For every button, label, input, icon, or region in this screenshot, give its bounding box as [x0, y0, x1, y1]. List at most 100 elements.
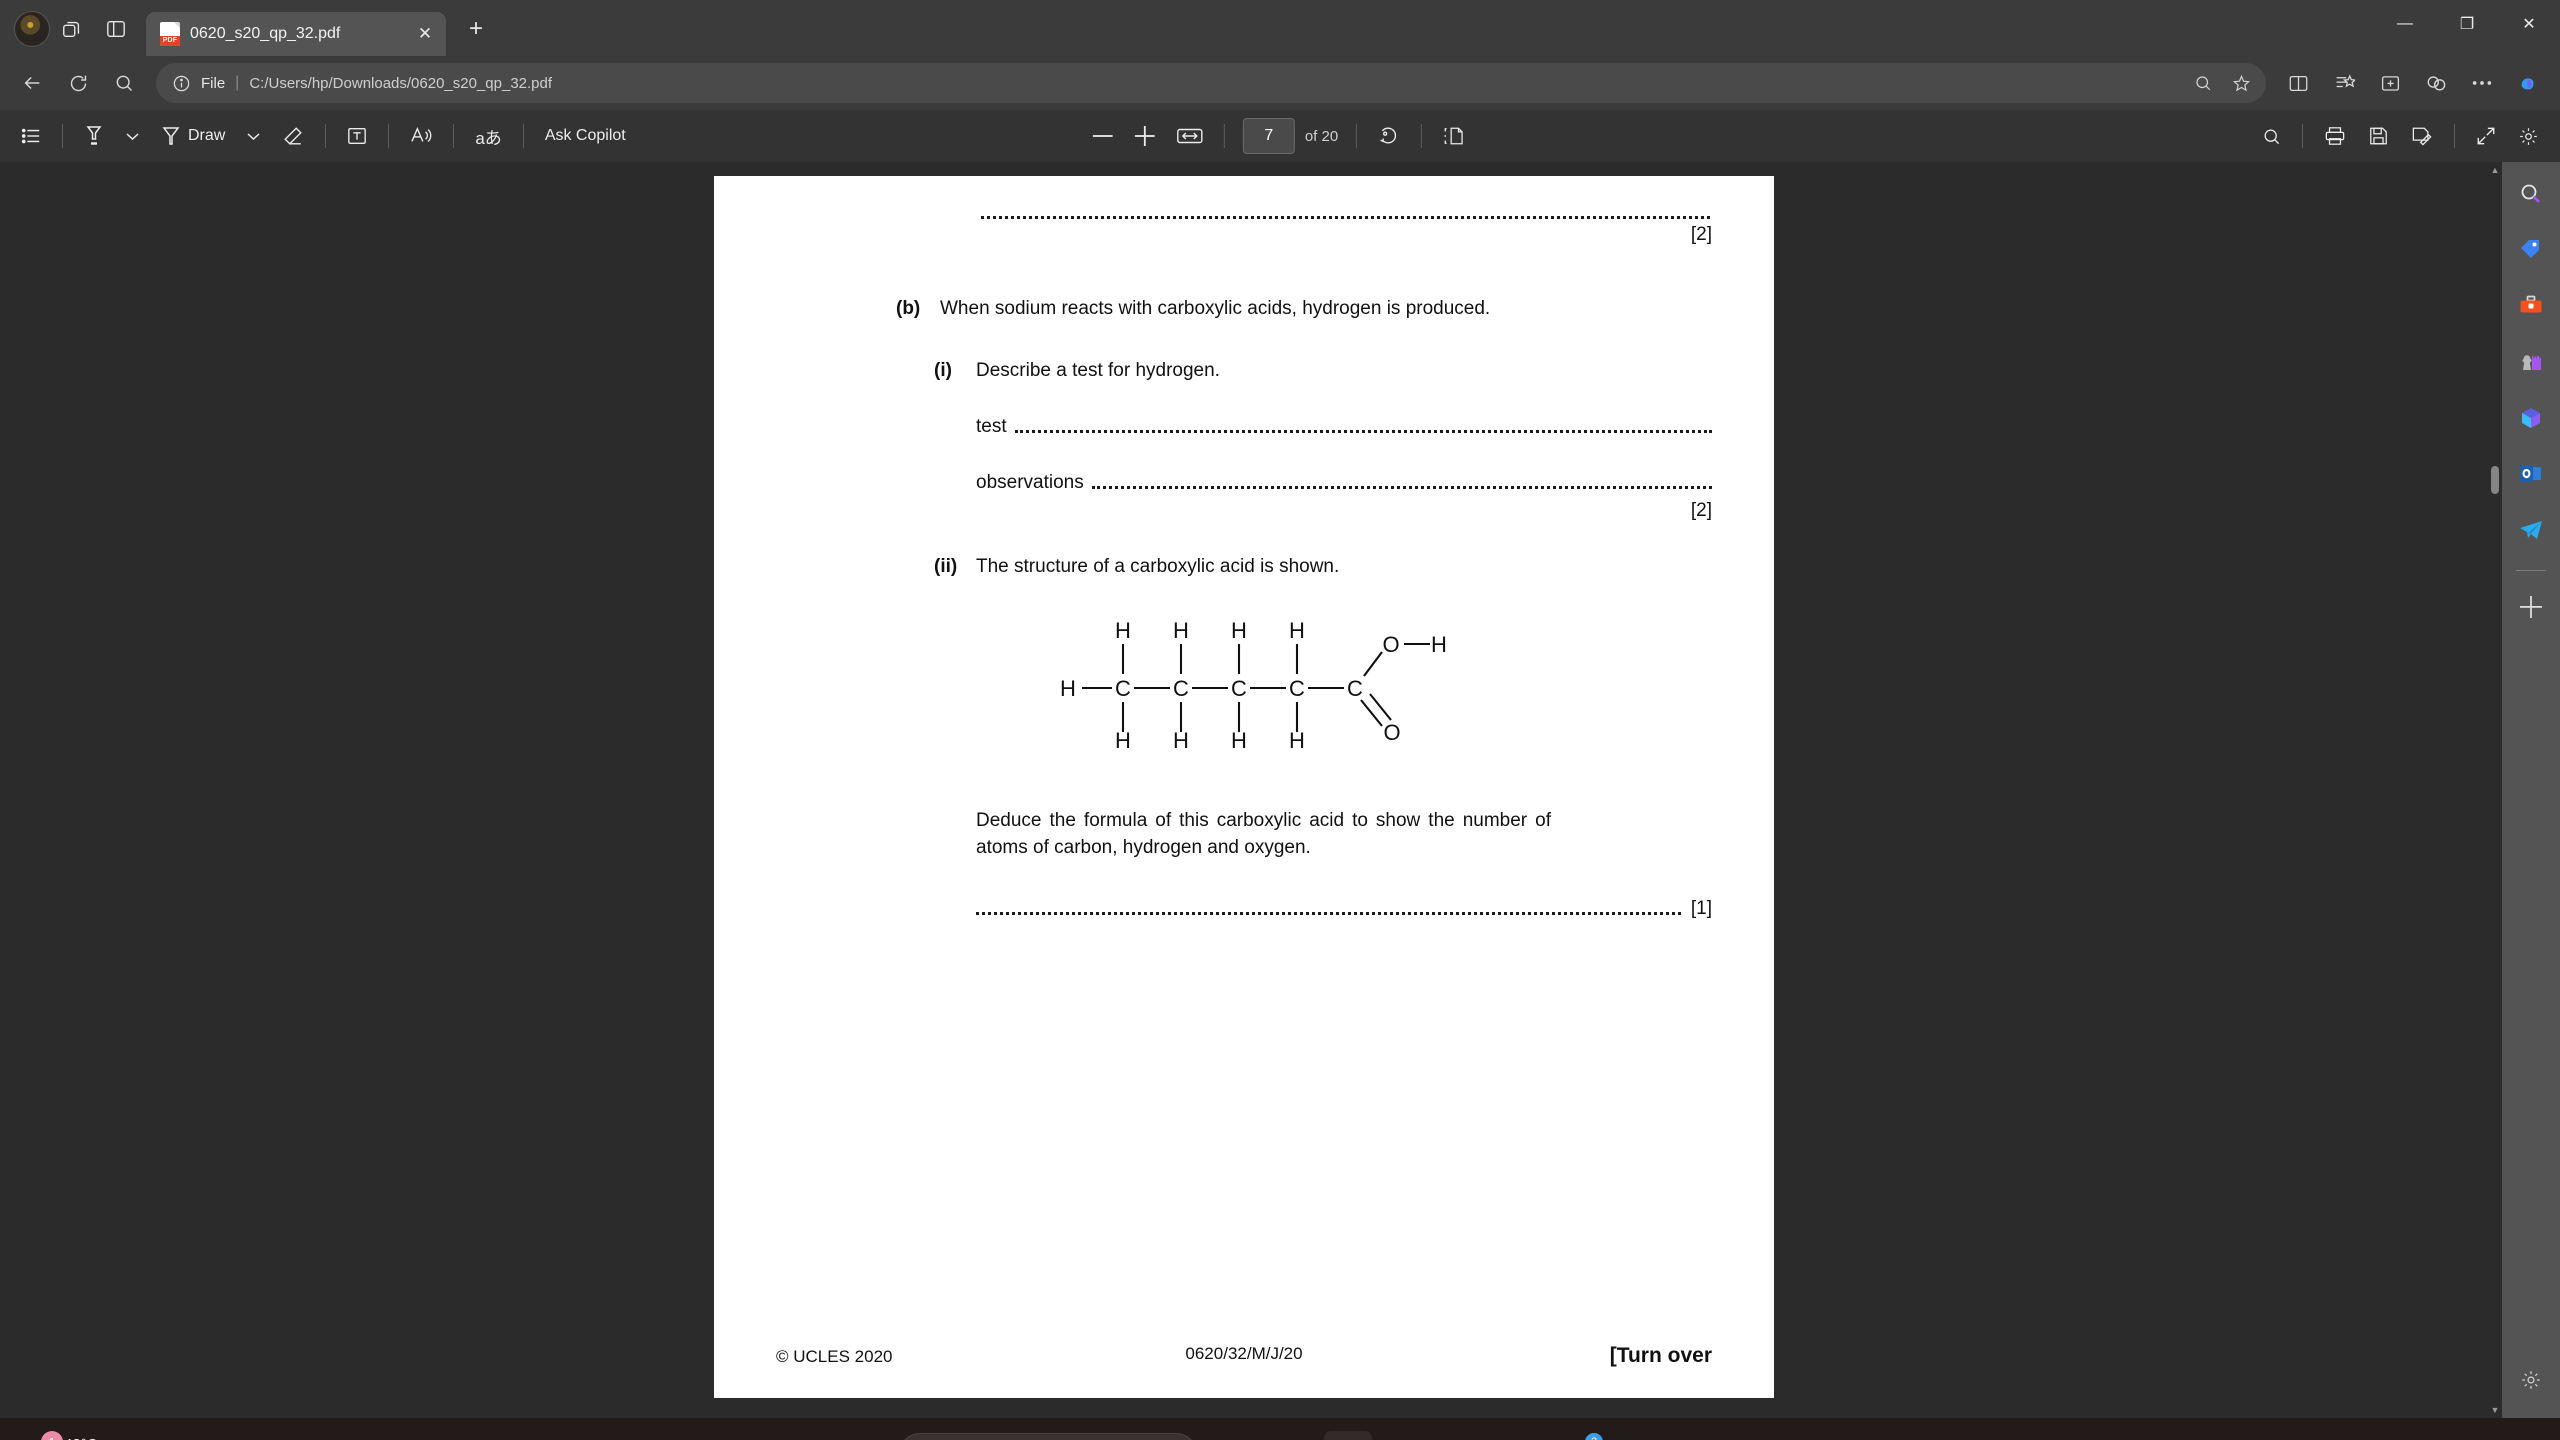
answer-line-b-ii: [1]	[776, 898, 1712, 920]
scroll-down-arrow[interactable]: ▼	[2488, 1402, 2502, 1418]
atom-label: H	[1115, 618, 1131, 643]
split-screen-icon[interactable]	[2276, 63, 2320, 103]
taskbar-microsoft-edge[interactable]	[1324, 1431, 1372, 1440]
sidebar-customize-icon[interactable]	[2509, 1358, 2553, 1402]
minimize-button[interactable]: ―	[2374, 0, 2436, 48]
back-button[interactable]	[10, 63, 54, 103]
page-view-icon[interactable]	[1434, 117, 1476, 155]
field-label-test: test	[976, 416, 1007, 437]
taskbar-search-box[interactable]: Search 🏘	[898, 1433, 1198, 1440]
taskbar-instagram[interactable]	[1440, 1431, 1488, 1440]
close-button[interactable]: ✕	[2498, 0, 2560, 48]
copilot-icon[interactable]	[2506, 63, 2550, 103]
search-icon[interactable]	[102, 63, 146, 103]
address-input[interactable]: File | C:/Users/hp/Downloads/0620_s20_qp…	[156, 63, 2266, 103]
collections-icon[interactable]	[2368, 63, 2412, 103]
taskbar-opera[interactable]	[1614, 1431, 1662, 1440]
refresh-button[interactable]	[56, 63, 100, 103]
taskbar-task-view[interactable]	[1208, 1431, 1256, 1440]
table-of-contents-icon[interactable]	[12, 117, 50, 155]
taskbar-photoshop[interactable]: Ps	[1498, 1431, 1546, 1440]
text-box-icon[interactable]	[338, 117, 376, 155]
atom-label: H	[1231, 728, 1247, 753]
dotted-line	[1091, 486, 1712, 489]
atom-label: C	[1289, 676, 1305, 701]
page-number-input[interactable]: 7	[1242, 118, 1295, 154]
atom-label: O	[1383, 720, 1400, 745]
maximize-button[interactable]: ❐	[2436, 0, 2498, 48]
copilot-pages-icon[interactable]	[50, 9, 94, 49]
sidebar-chess-icon[interactable]	[2509, 340, 2553, 384]
find-icon[interactable]	[2253, 117, 2290, 155]
site-info-icon	[173, 75, 190, 91]
clock-time: 1:11 PM	[2404, 1436, 2466, 1440]
highlight-chevron-down-icon[interactable]	[117, 117, 148, 155]
print-icon[interactable]	[2315, 117, 2355, 155]
toolbar-divider	[1356, 124, 1358, 148]
draw-chevron-down-icon[interactable]	[238, 117, 269, 155]
sidebar-toolbox-icon[interactable]	[2509, 284, 2553, 328]
system-tray: ENG US 1:11 PM 7/17/2024	[2177, 1418, 2560, 1440]
dotted-line	[1014, 430, 1712, 433]
star-icon[interactable]	[2224, 67, 2258, 99]
settings-icon[interactable]	[2509, 117, 2548, 155]
vertical-scrollbar[interactable]: ▲ ▼	[2488, 162, 2502, 1418]
browser-tab-strip: PDF 0620_s20_qp_32.pdf ✕ + ― ❐ ✕	[0, 0, 2560, 56]
save-as-icon[interactable]	[2402, 117, 2442, 155]
marks-top: [2]	[1690, 224, 1712, 245]
settings-more-icon[interactable]	[2460, 63, 2504, 103]
taskbar-microsoft-store[interactable]	[1382, 1431, 1430, 1440]
tab-close-button[interactable]: ✕	[412, 21, 438, 47]
dotted-line	[976, 911, 1681, 915]
translate-label: aあ	[475, 128, 502, 148]
scrollbar-thumb[interactable]	[2491, 466, 2499, 494]
xbox-badge: 2	[1585, 1433, 1603, 1440]
scroll-up-arrow[interactable]: ▲	[2488, 162, 2502, 178]
favorites-icon[interactable]	[2322, 63, 2366, 103]
browser-essentials-icon[interactable]	[2414, 63, 2458, 103]
question-b-ii-label: (ii)	[934, 556, 958, 577]
sidebar-add-button[interactable]	[2509, 585, 2553, 629]
toolbar-divider	[62, 124, 63, 148]
rotate-icon[interactable]	[1369, 117, 1409, 155]
read-aloud-icon[interactable]	[401, 117, 441, 155]
browser-tab[interactable]: PDF 0620_s20_qp_32.pdf ✕	[146, 12, 446, 56]
ask-copilot-button[interactable]: Ask Copilot	[536, 117, 635, 155]
zoom-in-button[interactable]	[1126, 117, 1164, 155]
question-b-label: (b)	[896, 298, 921, 319]
atom-label: H	[1231, 618, 1247, 643]
sidebar-search-icon[interactable]	[2509, 172, 2553, 216]
footer-turn-over: [Turn over	[1609, 1344, 1712, 1367]
clock[interactable]: 1:11 PM 7/17/2024	[2404, 1436, 2466, 1440]
save-icon[interactable]	[2359, 117, 2398, 155]
pdf-viewer-area: [2] (b) When sodium reacts with carboxyl…	[0, 162, 2560, 1418]
atom-label: C	[1347, 676, 1363, 701]
question-b-ii-prompt: Deduce the formula of this carboxylic ac…	[976, 810, 1551, 858]
tab-actions-icon[interactable]	[94, 9, 138, 49]
draw-button[interactable]: Draw	[152, 117, 234, 155]
taskbar-center-group: Search 🏘	[840, 1431, 1720, 1440]
atom-label: H	[1431, 632, 1447, 657]
fullscreen-icon[interactable]	[2467, 117, 2505, 155]
taskbar-discord[interactable]	[1672, 1431, 1720, 1440]
taskbar-file-explorer[interactable]	[1266, 1431, 1314, 1440]
erase-icon[interactable]	[273, 117, 313, 155]
fit-to-width-icon[interactable]	[1168, 117, 1212, 155]
weather-widget[interactable]: 1 42°C Sunny	[0, 1431, 107, 1440]
sidebar-microsoft-365-icon[interactable]	[2509, 396, 2553, 440]
start-button[interactable]	[840, 1431, 888, 1440]
page-footer: © UCLES 2020 0620/32/M/J/20 [Turn over	[776, 1344, 1712, 1368]
new-tab-button[interactable]: +	[456, 9, 496, 49]
taskbar-xbox[interactable]: 2	[1556, 1431, 1604, 1440]
translate-icon[interactable]: aあ	[466, 117, 510, 155]
sidebar-price-tag-icon[interactable]	[2509, 228, 2553, 272]
address-bar-actions	[2276, 63, 2550, 103]
zoom-icon[interactable]	[2186, 67, 2220, 99]
profile-avatar[interactable]	[14, 11, 50, 47]
sidebar-outlook-icon[interactable]	[2509, 452, 2553, 496]
highlight-icon[interactable]	[75, 117, 113, 155]
sidebar-telegram-icon[interactable]	[2509, 508, 2553, 552]
answer-line-top	[776, 216, 1712, 219]
zoom-out-button[interactable]	[1084, 117, 1122, 155]
footer-paper-code: 0620/32/M/J/20	[1185, 1344, 1303, 1363]
